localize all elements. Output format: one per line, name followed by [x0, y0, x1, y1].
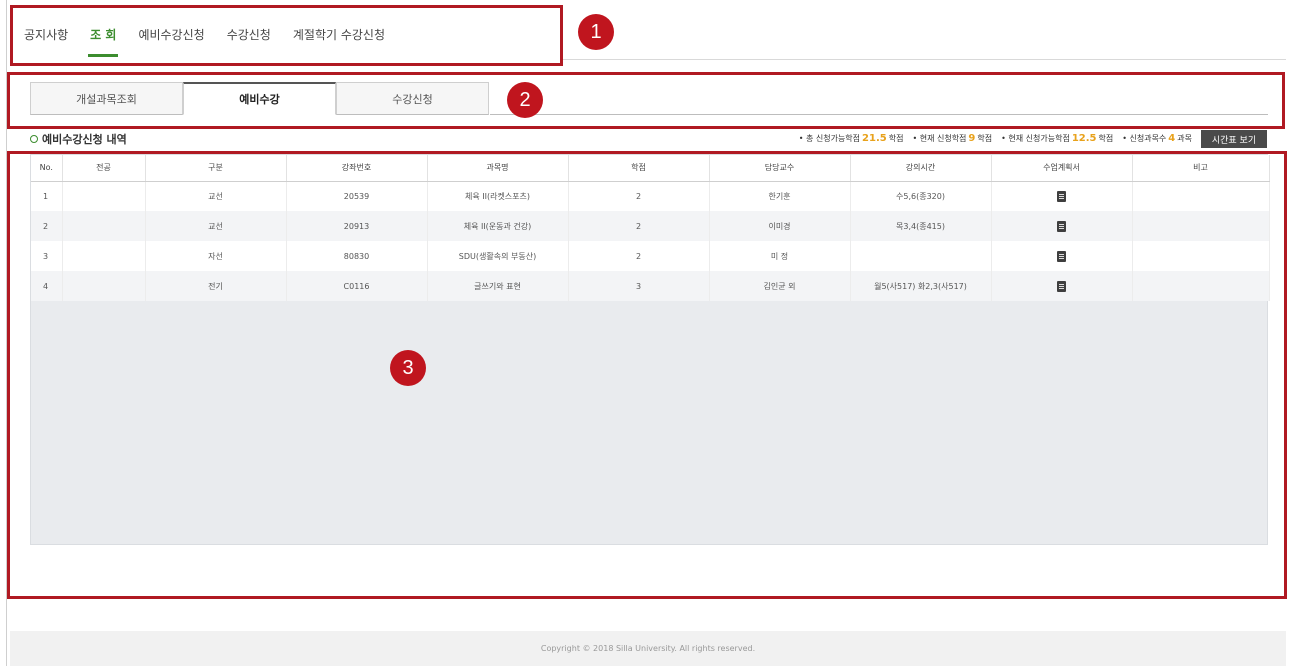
- credit-summary: • 총 신청가능학점 21.5 학점 • 현재 신청학점 9 학점 • 현재 신청가능학…: [790, 133, 1192, 144]
- footer-copyright: Copyright © 2018 Silla University. All r…: [540, 644, 756, 653]
- credit-unit: 과목: [1177, 134, 1192, 143]
- credit-value: 4: [1168, 133, 1176, 144]
- credit-label: • 총 신청가능학점: [798, 134, 861, 143]
- credit-current-available: • 현재 신청가능학점 12.5 학점: [1001, 133, 1113, 144]
- credit-unit: 학점: [888, 134, 904, 143]
- credit-value: 12.5: [1071, 133, 1097, 144]
- annotation-badge-3: 3: [390, 350, 426, 386]
- section-title-text: 예비수강신청 내역: [42, 133, 127, 146]
- annotation-box-2: [7, 72, 1285, 129]
- credit-unit: 학점: [1098, 134, 1114, 143]
- timetable-view-button[interactable]: 시간표 보기: [1201, 130, 1267, 148]
- credit-value: 21.5: [862, 133, 887, 144]
- annotation-badge-2: 2: [507, 82, 543, 118]
- annotation-badge-1: 1: [578, 14, 614, 50]
- credit-value: 9: [968, 133, 976, 144]
- credit-label: • 현재 신청가능학점: [1001, 134, 1070, 143]
- circle-bullet-icon: [30, 135, 38, 143]
- credit-total-available: • 총 신청가능학점 21.5 학점: [799, 133, 904, 144]
- credit-course-count: • 신청과목수 4 과목: [1122, 133, 1192, 144]
- annotation-box-3: [7, 151, 1287, 599]
- credit-unit: 학점: [977, 134, 993, 143]
- annotation-box-1: [10, 5, 563, 66]
- nav-divider: [560, 59, 1286, 60]
- page-footer: Copyright © 2018 Silla University. All r…: [10, 631, 1286, 666]
- credit-label: • 신청과목수: [1122, 134, 1167, 143]
- credit-label: • 현재 신청학점: [912, 134, 967, 143]
- section-title: 예비수강신청 내역: [30, 131, 127, 147]
- credit-current-applied: • 현재 신청학점 9 학점: [912, 133, 992, 144]
